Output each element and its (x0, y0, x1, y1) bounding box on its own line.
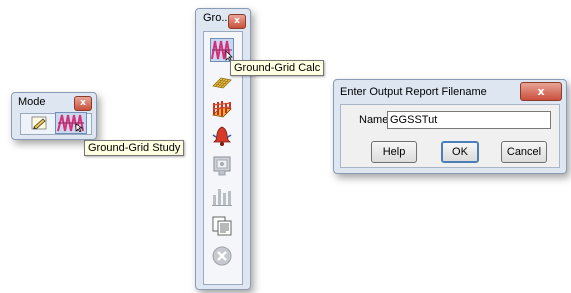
report-pages-button[interactable] (210, 214, 234, 238)
stop-button[interactable] (210, 244, 234, 268)
ground-grid-calc-icon (211, 40, 233, 61)
ground-grid-calc-button[interactable] (210, 38, 234, 62)
pencil-icon (31, 116, 47, 130)
dialog-close-button[interactable]: x (520, 82, 562, 101)
ground-close-button[interactable]: x (228, 14, 246, 29)
alert-bell-icon (212, 126, 232, 146)
calc-tooltip: Ground-Grid Calc (230, 60, 325, 76)
report-filename-dialog: Enter Output Report Filename x Name Help… (333, 79, 567, 174)
mode-window-title: Mode (18, 96, 46, 108)
dialog-title: Enter Output Report Filename (340, 86, 487, 98)
mode-close-button[interactable]: x (74, 96, 92, 111)
report-viewer-button[interactable] (210, 154, 234, 178)
ok-button[interactable]: OK (441, 141, 479, 163)
help-button[interactable]: Help (371, 141, 417, 163)
filename-input[interactable] (387, 111, 551, 129)
mode-button-bar (20, 112, 92, 135)
alert-bell-button[interactable] (210, 124, 234, 148)
report-pages-icon (212, 216, 232, 236)
ground-grid-study-button[interactable] (55, 112, 87, 134)
grid-potential-button[interactable] (210, 96, 234, 120)
name-label: Name (359, 114, 389, 126)
ground-toolbar-window: Gro... x (195, 8, 251, 290)
cancel-button[interactable]: Cancel (501, 141, 547, 163)
mode-tooltip: Ground-Grid Study (84, 140, 185, 156)
ground-window-title: Gro... (203, 12, 231, 24)
bar-chart-icon (212, 189, 232, 206)
ground-grid-study-icon (57, 114, 84, 132)
bar-chart-button[interactable] (210, 184, 234, 208)
stop-icon (212, 246, 232, 266)
pencil-button[interactable] (27, 112, 51, 134)
grid-potential-icon (212, 101, 232, 118)
report-viewer-icon (213, 156, 231, 176)
mode-window: Mode x (11, 92, 97, 140)
dialog-body: Name Help OK Cancel (340, 104, 560, 168)
